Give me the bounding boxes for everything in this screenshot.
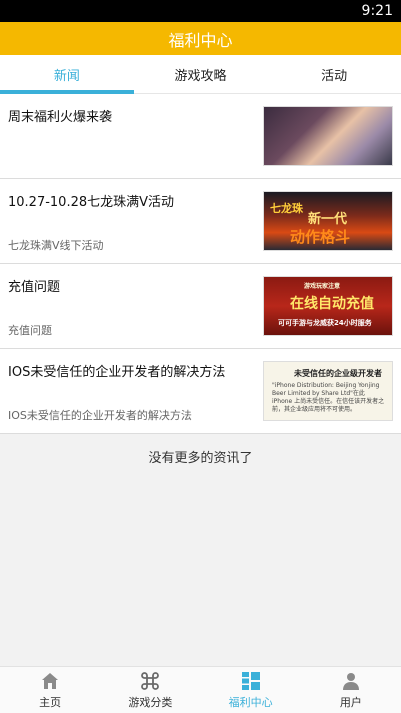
news-item-weekend-benefits[interactable]: 周末福利火爆来袭: [0, 94, 401, 179]
nav-label: 主页: [39, 695, 62, 709]
news-thumbnail: 七龙珠 新一代 动作格斗: [263, 191, 393, 251]
page-title: 福利中心: [168, 30, 233, 50]
news-title: 10.27-10.28七龙珠满V活动: [8, 195, 175, 210]
thumbnail-text: 新一代: [308, 212, 348, 227]
grid-list-icon: [241, 671, 260, 690]
tab-bar: 新闻 游戏攻略 活动: [0, 55, 401, 94]
thumbnail-text: 七龙珠: [270, 202, 303, 215]
news-thumbnail: 游戏玩家注意 在线自动充值 可可手游与龙威获24小时服务: [263, 276, 393, 336]
tab-game-guides[interactable]: 游戏攻略: [134, 55, 268, 93]
nav-user[interactable]: 用户: [301, 667, 401, 713]
thumbnail-text: 动作格斗: [290, 228, 351, 246]
news-list: 周末福利火爆来袭 10.27-10.28七龙珠满V活动 七龙珠满V线下活动 七龙…: [0, 94, 401, 434]
app-bar: 福利中心: [0, 22, 401, 55]
news-item-recharge[interactable]: 充值问题 充值问题 游戏玩家注意 在线自动充值 可可手游与龙威获24小时服务: [0, 264, 401, 349]
news-title: 周末福利火爆来袭: [8, 110, 113, 125]
news-item-ios-trust[interactable]: IOS未受信任的企业开发者的解决方法 IOS未受信任的企业开发者的解决方法 未受…: [0, 349, 401, 434]
thumbnail-text: 游戏玩家注意: [304, 283, 341, 290]
news-title: IOS未受信任的企业开发者的解决方法: [8, 365, 226, 380]
tab-news[interactable]: 新闻: [0, 55, 134, 94]
news-item-dragonball-event[interactable]: 10.27-10.28七龙珠满V活动 七龙珠满V线下活动 七龙珠 新一代 动作格…: [0, 179, 401, 264]
home-icon: [42, 672, 59, 689]
command-icon: [141, 671, 160, 690]
news-subtitle: 七龙珠满V线下活动: [8, 239, 104, 252]
nav-label: 福利中心: [228, 695, 273, 709]
nav-benefits-center[interactable]: 福利中心: [201, 667, 301, 713]
nav-home[interactable]: 主页: [0, 667, 100, 713]
news-subtitle: 充值问题: [8, 324, 52, 337]
bottom-nav: 主页 游戏分类 福利中心 用户: [0, 666, 401, 713]
news-subtitle: [8, 168, 263, 170]
thumbnail-text: 在线自动充值: [290, 296, 374, 312]
status-bar: 9:21: [0, 0, 401, 22]
news-subtitle: IOS未受信任的企业开发者的解决方法: [8, 409, 192, 422]
tab-events[interactable]: 活动: [267, 55, 401, 93]
nav-game-categories[interactable]: 游戏分类: [100, 667, 200, 713]
news-thumbnail: 未受信任的企业级开发者 "iPhone Distribution: Beijin…: [263, 361, 393, 421]
nav-label: 用户: [339, 695, 362, 709]
user-icon: [342, 672, 359, 690]
news-title: 充值问题: [8, 280, 61, 295]
no-more-news-text: 没有更多的资讯了: [148, 450, 253, 466]
status-time: 9:21: [361, 3, 393, 19]
thumbnail-text: 未受信任的企业级开发者: [294, 369, 382, 378]
nav-label: 游戏分类: [128, 695, 173, 709]
thumbnail-text: "iPhone Distribution: Beijing Yonjing Be…: [272, 382, 385, 413]
thumbnail-text: 可可手游与龙威获24小时服务: [278, 319, 372, 327]
news-thumbnail: [263, 106, 393, 166]
